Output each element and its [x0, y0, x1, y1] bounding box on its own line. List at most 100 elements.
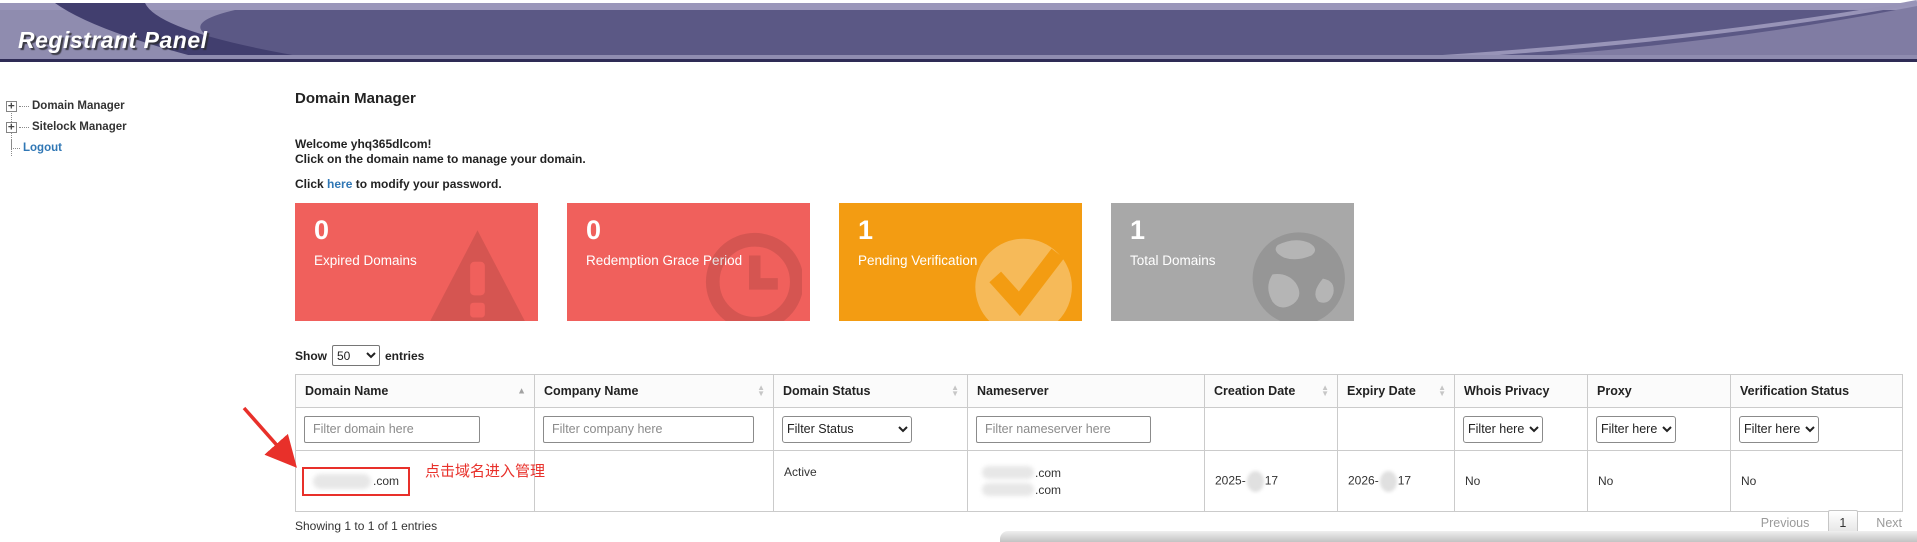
password-line-prefix: Click — [295, 177, 327, 191]
column-label: Creation Date — [1214, 384, 1295, 398]
column-header-expiry-date[interactable]: Expiry Date ▲▼ — [1338, 375, 1455, 408]
domain-status-value: Active — [784, 465, 817, 479]
sidebar-item-label: Sitelock Manager — [32, 121, 127, 133]
sidebar-item-logout[interactable]: Logout — [6, 140, 236, 156]
show-label: Show — [295, 349, 327, 363]
filter-company-input[interactable] — [543, 416, 754, 443]
annotation-red-box: .com — [302, 467, 410, 496]
previous-page-button[interactable]: Previous — [1761, 516, 1810, 530]
tree-dash — [19, 106, 29, 107]
nameserver-suffix: .com — [1035, 466, 1061, 480]
expand-plus-icon[interactable] — [6, 101, 17, 112]
annotation-chinese-note: 点击域名进入管理 — [425, 460, 545, 481]
column-header-creation-date[interactable]: Creation Date ▲▼ — [1205, 375, 1338, 408]
password-line: Click here to modify your password. — [295, 177, 502, 191]
column-header-verification-status[interactable]: Verification Status — [1731, 375, 1903, 408]
domain-name-suffix: .com — [373, 474, 399, 488]
annotation-arrow-icon — [228, 398, 318, 480]
column-label: Expiry Date — [1347, 384, 1416, 398]
column-header-proxy[interactable]: Proxy — [1588, 375, 1731, 408]
stat-card-redemption-grace-period: 0 Redemption Grace Period — [567, 203, 810, 321]
password-line-suffix: to modify your password. — [352, 177, 501, 191]
filter-nameserver-input[interactable] — [976, 416, 1151, 443]
filter-proxy-select[interactable]: Filter here — [1596, 416, 1676, 443]
column-label: Verification Status — [1740, 384, 1849, 398]
page-size-control: Show 50 entries — [295, 345, 424, 366]
filter-creation-empty-cell — [1205, 408, 1338, 451]
stat-label: Expired Domains — [314, 253, 417, 268]
tree-corner — [11, 140, 20, 149]
clock-icon — [697, 219, 802, 321]
filter-whois-select[interactable]: Filter here — [1463, 416, 1543, 443]
table-filter-row: Filter Status Filter here Filter here Fi… — [296, 408, 1903, 451]
column-label: Nameserver — [977, 384, 1049, 398]
creation-date-start: 2025- — [1215, 473, 1246, 487]
stat-card-expired-domains: 0 Expired Domains — [295, 203, 538, 321]
stat-value: 1 — [1130, 215, 1145, 246]
sidebar-item-sitelock-manager[interactable]: Sitelock Manager — [6, 119, 236, 135]
banner-swoosh-decoration — [0, 0, 1917, 62]
column-label: Proxy — [1597, 384, 1632, 398]
nameserver-line: .com — [982, 464, 1194, 481]
column-label: Domain Status — [783, 384, 871, 398]
sort-both-icon: ▲▼ — [1321, 385, 1329, 397]
redacted-nameserver — [982, 483, 1034, 496]
cell-proxy: No — [1588, 451, 1731, 512]
column-header-nameserver[interactable]: Nameserver — [968, 375, 1205, 408]
cell-whois-privacy: No — [1455, 451, 1588, 512]
domains-table: Domain Name ▲ Company Name ▲▼ Domain Sta… — [295, 374, 1902, 512]
table-header-row: Domain Name ▲ Company Name ▲▼ Domain Sta… — [296, 375, 1903, 408]
checkmark-icon — [969, 219, 1074, 321]
cell-domain-status: Active — [774, 451, 968, 512]
expiry-date-end: 17 — [1398, 473, 1411, 487]
column-header-domain-name[interactable]: Domain Name ▲ — [296, 375, 535, 408]
sort-both-icon: ▲▼ — [951, 385, 959, 397]
column-label: Whois Privacy — [1464, 384, 1549, 398]
redacted-date-part — [1247, 471, 1264, 492]
redacted-domain-name — [313, 474, 371, 489]
column-label: Company Name — [544, 384, 638, 398]
sort-both-icon: ▲▼ — [1438, 385, 1446, 397]
redacted-nameserver — [982, 466, 1034, 479]
background-window-edge — [1000, 531, 1917, 542]
app-title: Registrant Panel — [18, 27, 208, 54]
welcome-text: Welcome yhq365dlcom! Click on the domain… — [295, 137, 586, 167]
nameserver-line: .com — [982, 481, 1194, 498]
warning-triangle-icon — [425, 219, 530, 321]
next-page-button[interactable]: Next — [1876, 516, 1902, 530]
cell-creation-date: 2025- 17 — [1205, 451, 1338, 512]
stat-label: Pending Verification — [858, 253, 977, 268]
column-header-company-name[interactable]: Company Name ▲▼ — [535, 375, 774, 408]
expand-plus-icon[interactable] — [6, 122, 17, 133]
column-header-whois-privacy[interactable]: Whois Privacy — [1455, 375, 1588, 408]
sort-both-icon: ▲▼ — [757, 385, 765, 397]
registrant-panel-page: Registrant Panel Domain Manager Sitelock… — [0, 0, 1917, 542]
page-size-select[interactable]: 50 — [332, 345, 380, 366]
filter-verification-select[interactable]: Filter here — [1739, 416, 1819, 443]
creation-date-end: 17 — [1265, 473, 1278, 487]
entries-label: entries — [385, 349, 424, 363]
welcome-line2: Click on the domain name to manage your … — [295, 152, 586, 167]
filter-status-select[interactable]: Filter Status — [782, 416, 912, 443]
modify-password-link[interactable]: here — [327, 177, 352, 191]
sort-asc-icon: ▲ — [517, 387, 526, 396]
cell-expiry-date: 2026-17 — [1338, 451, 1455, 512]
globe-icon — [1241, 219, 1346, 321]
stat-value: 1 — [858, 215, 873, 246]
nameserver-suffix: .com — [1035, 483, 1061, 497]
column-header-domain-status[interactable]: Domain Status ▲▼ — [774, 375, 968, 408]
welcome-line1: Welcome yhq365dlcom! — [295, 137, 586, 152]
cell-nameserver: .com .com — [968, 451, 1205, 512]
tree-dash — [19, 127, 29, 128]
logout-link: Logout — [23, 142, 62, 154]
filter-domain-input[interactable] — [304, 416, 480, 443]
cell-company-name — [535, 451, 774, 512]
verification-status-value: No — [1741, 474, 1756, 488]
stat-card-total-domains: 1 Total Domains — [1111, 203, 1354, 321]
cell-verification-status: No — [1731, 451, 1903, 512]
filter-expiry-empty-cell — [1338, 408, 1455, 451]
redacted-date-part — [1380, 471, 1397, 492]
stat-value: 0 — [586, 215, 601, 246]
sidebar-item-domain-manager[interactable]: Domain Manager — [6, 98, 236, 114]
whois-privacy-value: No — [1465, 474, 1480, 488]
